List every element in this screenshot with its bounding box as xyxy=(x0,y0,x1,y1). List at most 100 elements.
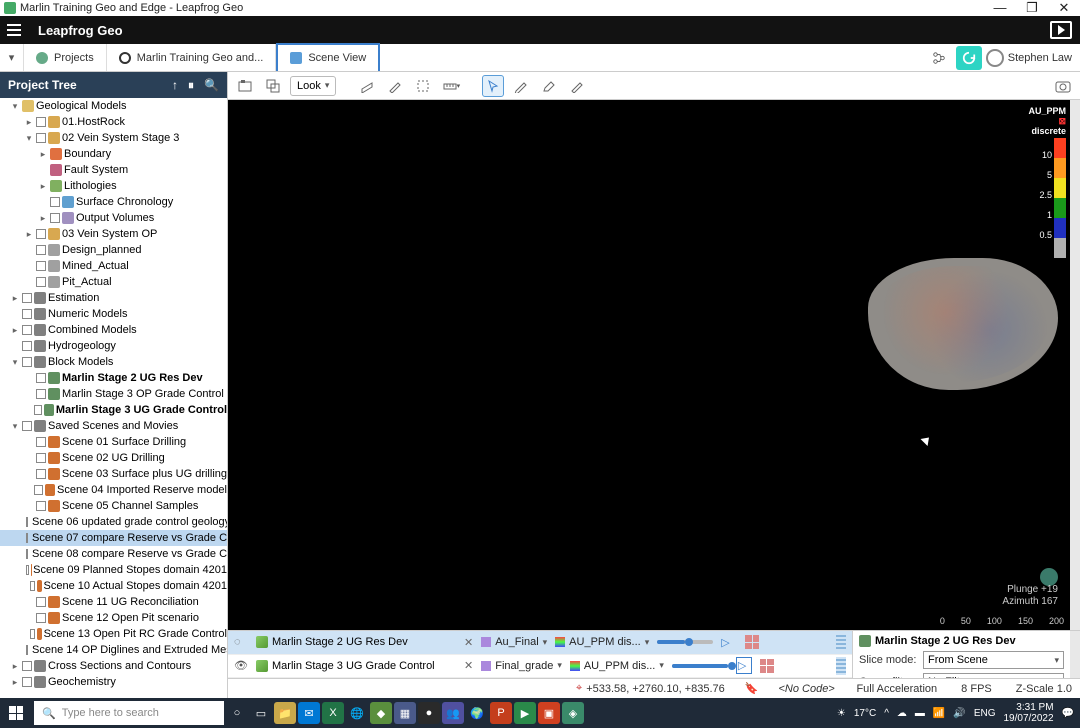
tray-cloud-icon[interactable]: ☁ xyxy=(897,708,907,719)
tree-checkbox[interactable] xyxy=(30,629,35,639)
close-button[interactable]: ✕ xyxy=(1052,0,1076,16)
taskbar-chrome-icon[interactable]: 🌐 xyxy=(346,702,368,724)
tree-checkbox[interactable] xyxy=(50,197,60,207)
expand-icon[interactable]: ▸ xyxy=(10,677,20,688)
viewport-scrollbar[interactable] xyxy=(1070,100,1080,630)
tool-copy-icon[interactable] xyxy=(262,75,284,97)
taskbar-cortana-icon[interactable]: ○ xyxy=(226,702,248,724)
props-scrollbar[interactable] xyxy=(1070,631,1080,678)
tree-item[interactable]: Numeric Models xyxy=(0,306,227,322)
tray-up-icon[interactable]: ^ xyxy=(884,708,889,719)
expand-icon[interactable]: ▸ xyxy=(24,117,34,128)
tool-highlight-icon[interactable] xyxy=(566,75,588,97)
taskbar-taskview-icon[interactable]: ▭ xyxy=(250,702,272,724)
expand-icon[interactable]: ▸ xyxy=(38,149,48,160)
taskbar-app2-icon[interactable]: ● xyxy=(418,702,440,724)
tree-item[interactable]: Scene 03 Surface plus UG drilling xyxy=(0,466,227,482)
tool-screenshot-icon[interactable] xyxy=(234,75,256,97)
tree-item[interactable]: Scene 04 Imported Reserve model xyxy=(0,482,227,498)
shelf-row[interactable]: ◌ Marlin Stage 2 UG Res Dev ✕ Au_Final▾ … xyxy=(228,631,852,655)
drag-handle-icon[interactable] xyxy=(836,657,846,675)
tray-wifi-icon[interactable]: 📶 xyxy=(933,708,945,719)
tree-checkbox[interactable] xyxy=(36,373,46,383)
tray-clock[interactable]: 3:31 PM 19/07/2022 xyxy=(1003,702,1053,724)
tool-eraser-icon[interactable] xyxy=(538,75,560,97)
hamburger-menu-icon[interactable] xyxy=(0,16,28,44)
tree-item[interactable]: Scene 08 compare Reserve vs Grade Contro… xyxy=(0,546,227,562)
play-icon[interactable]: ▷ xyxy=(721,636,737,649)
minimize-button[interactable]: — xyxy=(988,0,1012,16)
tray-volume-icon[interactable]: 🔊 xyxy=(953,708,965,719)
tree-item[interactable]: Marlin Stage 3 OP Grade Control xyxy=(0,386,227,402)
expand-icon[interactable]: ▸ xyxy=(38,181,48,192)
tree-item[interactable]: ▸Cross Sections and Contours xyxy=(0,658,227,674)
tree-checkbox[interactable] xyxy=(34,485,43,495)
tree-checkbox[interactable] xyxy=(22,677,32,687)
tree-checkbox[interactable] xyxy=(26,645,28,655)
sync-icon[interactable] xyxy=(956,46,982,70)
tree-checkbox[interactable] xyxy=(22,357,32,367)
tree-item[interactable]: Mined_Actual xyxy=(0,258,227,274)
tree-up-icon[interactable]: ↑ xyxy=(172,78,178,93)
start-button[interactable] xyxy=(0,698,32,728)
tree-item[interactable]: ▾Geological Models xyxy=(0,98,227,114)
expand-icon[interactable]: ▾ xyxy=(10,101,20,112)
tree-item[interactable]: ▸Lithologies xyxy=(0,178,227,194)
remove-icon[interactable]: ✕ xyxy=(464,636,473,649)
tree-checkbox[interactable] xyxy=(22,341,32,351)
tree-checkbox[interactable] xyxy=(36,469,46,479)
tool-draw-icon[interactable] xyxy=(384,75,406,97)
attribute-select[interactable]: Au_Final▾ xyxy=(481,636,547,648)
tree-item[interactable]: ▾Saved Scenes and Movies xyxy=(0,418,227,434)
tool-lasso-icon[interactable] xyxy=(412,75,434,97)
tree-checkbox[interactable] xyxy=(36,277,46,287)
colormap-select[interactable]: AU_PPM dis...▾ xyxy=(555,636,649,648)
tree-checkbox[interactable] xyxy=(26,533,28,543)
tree-checkbox[interactable] xyxy=(36,437,46,447)
taskbar-outlook-icon[interactable]: ✉ xyxy=(298,702,320,724)
expand-icon[interactable]: ▸ xyxy=(24,229,34,240)
tree-checkbox[interactable] xyxy=(22,293,32,303)
tree-checkbox[interactable] xyxy=(50,213,60,223)
slicemode-select[interactable]: From Scene▾ xyxy=(923,651,1064,669)
scene-viewport[interactable]: AU_PPM ⊠ discrete 1052.510.5 Plunge +19 … xyxy=(228,100,1070,630)
tree-checkbox[interactable] xyxy=(34,405,42,415)
tree-checkbox[interactable] xyxy=(22,309,32,319)
weather-icon[interactable]: ☀ xyxy=(837,708,846,719)
expand-icon[interactable]: ▸ xyxy=(10,661,20,672)
tree-checkbox[interactable] xyxy=(36,229,46,239)
tree-checkbox[interactable] xyxy=(22,325,32,335)
taskbar-app3-icon[interactable]: 🌍 xyxy=(466,702,488,724)
tree-checkbox[interactable] xyxy=(36,453,46,463)
expand-icon[interactable]: ▾ xyxy=(10,421,20,432)
tree-checkbox[interactable] xyxy=(36,117,46,127)
legend-close-icon[interactable]: ⊠ xyxy=(1058,116,1066,126)
taskbar-search[interactable]: 🔍Type here to search xyxy=(34,701,224,725)
play-button[interactable] xyxy=(1042,16,1080,44)
expand-icon[interactable]: ▸ xyxy=(10,293,20,304)
taskbar-app5-icon[interactable]: ▣ xyxy=(538,702,560,724)
taskbar-leapfrog-icon[interactable]: ◈ xyxy=(562,702,584,724)
tree-item[interactable]: Design_planned xyxy=(0,242,227,258)
expand-icon[interactable]: ▾ xyxy=(10,357,20,368)
tree-item[interactable]: ▸03 Vein System OP xyxy=(0,226,227,242)
taskbar-app4-icon[interactable]: ▶ xyxy=(514,702,536,724)
tree-item[interactable]: ▸Combined Models xyxy=(0,322,227,338)
tree-item[interactable]: Scene 11 UG Reconciliation xyxy=(0,594,227,610)
tree-checkbox[interactable] xyxy=(36,245,46,255)
maximize-button[interactable]: ❐ xyxy=(1020,0,1044,16)
tab-scene-view[interactable]: Scene View xyxy=(276,43,380,71)
tree-checkbox[interactable] xyxy=(26,549,28,559)
tree-item[interactable]: Marlin Stage 2 UG Res Dev xyxy=(0,370,227,386)
tree-item[interactable]: Scene 12 Open Pit scenario xyxy=(0,610,227,626)
tree-item[interactable]: Scene 10 Actual Stopes domain 4201 xyxy=(0,578,227,594)
taskbar-app1-icon[interactable]: ◆ xyxy=(370,702,392,724)
tree-item[interactable]: ▸Boundary xyxy=(0,146,227,162)
grid-icon[interactable] xyxy=(745,635,759,649)
tree-item[interactable]: Scene 06 updated grade control geology xyxy=(0,514,227,530)
tool-pencil-icon[interactable] xyxy=(510,75,532,97)
tree-item[interactable]: Hydrogeology xyxy=(0,338,227,354)
opacity-slider[interactable] xyxy=(657,640,713,644)
tree-pause-icon[interactable]: ⏸ xyxy=(188,78,194,93)
tree-checkbox[interactable] xyxy=(26,517,28,527)
